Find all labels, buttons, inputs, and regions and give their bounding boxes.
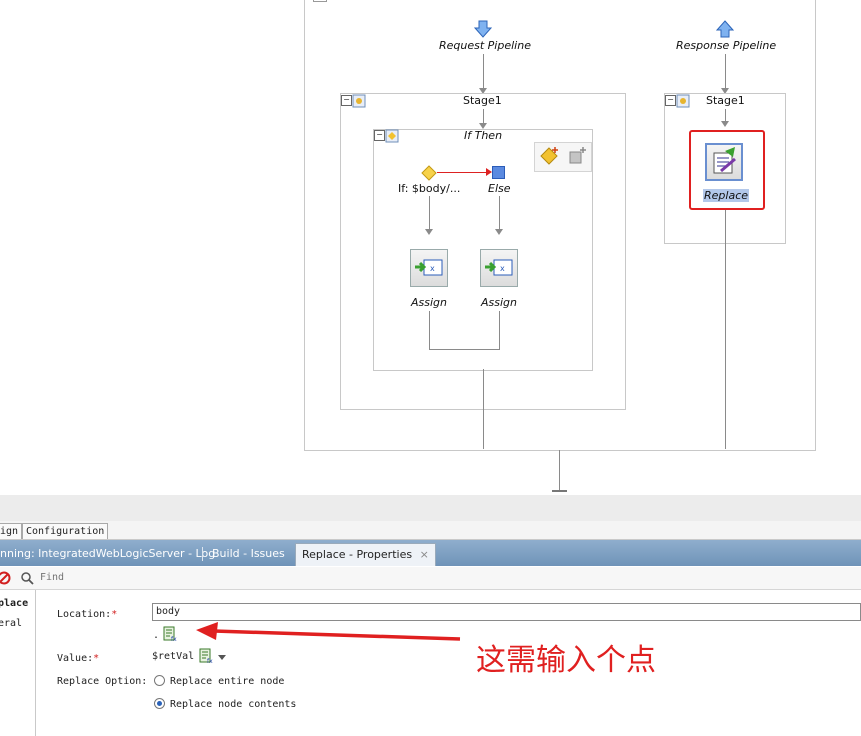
arrow-up-icon <box>716 20 734 38</box>
assign-left-label[interactable]: Assign <box>411 296 447 309</box>
replace-label[interactable]: Replace <box>703 189 750 202</box>
value-expression[interactable]: $retVal <box>152 651 194 662</box>
add-if-condition-icon[interactable] <box>539 145 561 167</box>
response-stage-title: Stage1 <box>706 94 745 107</box>
tab-divider <box>202 547 203 561</box>
else-label[interactable]: Else <box>488 182 511 195</box>
nav-general[interactable]: eral <box>0 618 22 629</box>
arrow-down-icon <box>474 20 492 38</box>
stage-icon <box>676 94 690 108</box>
find-input[interactable] <box>38 569 342 585</box>
svg-text:fx: fx <box>171 636 177 642</box>
option-contents-label[interactable]: Replace node contents <box>170 699 296 710</box>
collapse-ifthen-icon[interactable]: − <box>374 130 385 141</box>
nav-replace[interactable]: place <box>0 598 28 609</box>
close-icon[interactable]: × <box>420 548 429 561</box>
tab-running-log[interactable]: nning: IntegratedWebLogicServer - Log <box>0 543 221 565</box>
no-entry-icon[interactable] <box>0 571 11 585</box>
radio-replace-node-contents[interactable] <box>154 698 165 709</box>
svg-text:x: x <box>430 264 435 273</box>
collapse-icon[interactable] <box>313 0 327 2</box>
collapse-stage-icon[interactable]: − <box>665 95 676 106</box>
collapse-stage-icon[interactable]: − <box>341 95 352 106</box>
stage-icon <box>352 94 366 108</box>
add-else-icon[interactable] <box>566 145 588 167</box>
required-mark: * <box>93 653 100 664</box>
replace-icon <box>713 147 736 174</box>
assign-right-label[interactable]: Assign <box>481 296 517 309</box>
replace-properties-panel: place eral Location:* body . fx Value:* … <box>0 590 861 736</box>
replace-option-label: Replace Option: <box>57 676 148 687</box>
tab-design[interactable]: ign <box>0 523 23 539</box>
option-entire-label[interactable]: Replace entire node <box>170 676 284 687</box>
pipeline-canvas: Request Pipeline Response Pipeline − Sta… <box>0 0 861 495</box>
tab-configuration[interactable]: Configuration <box>22 523 109 539</box>
canvas-bottom-strip <box>0 495 861 521</box>
if-then-label: If Then <box>464 129 503 142</box>
svg-text:fx: fx <box>207 658 213 664</box>
expression-editor-icon[interactable]: fx <box>198 648 214 664</box>
response-pipeline-label[interactable]: Response Pipeline <box>676 39 776 52</box>
ifthen-icon <box>385 129 399 143</box>
request-stage-title: Stage1 <box>463 94 502 107</box>
chevron-down-icon[interactable] <box>217 652 227 662</box>
if-condition-label[interactable]: If: $body/... <box>398 182 460 195</box>
location-label: Location:* <box>57 609 118 620</box>
search-icon <box>21 572 34 585</box>
tab-replace-properties[interactable]: Replace - Properties × <box>295 543 436 566</box>
assign-right-node[interactable]: x <box>480 249 518 287</box>
replace-node[interactable] <box>705 143 743 181</box>
tab-build-issues[interactable]: Build - Issues <box>206 543 291 565</box>
log-tabs: nning: IntegratedWebLogicServer - Log Bu… <box>0 540 861 566</box>
location-field[interactable]: body <box>152 603 861 621</box>
svg-text:x: x <box>500 264 505 273</box>
assign-icon: x <box>485 259 513 276</box>
expression-editor-icon[interactable]: fx <box>162 626 178 642</box>
tab-replace-properties-label: Replace - Properties <box>302 548 413 561</box>
properties-toolbar <box>0 567 861 590</box>
value-label: Value:* <box>57 653 100 664</box>
request-pipeline-label[interactable]: Request Pipeline <box>439 39 531 52</box>
if-condition-diamond-icon[interactable] <box>421 165 437 181</box>
assign-icon: x <box>415 259 443 276</box>
else-square-icon[interactable] <box>492 166 505 179</box>
required-mark: * <box>111 609 118 620</box>
location-dot-value[interactable]: . <box>153 630 159 641</box>
assign-left-node[interactable]: x <box>410 249 448 287</box>
properties-nav <box>0 590 36 736</box>
editor-view-tabs: ign Configuration <box>0 521 861 540</box>
annotation-arrow-icon <box>196 622 461 641</box>
annotation-note: 这需输入个点 <box>476 643 656 678</box>
radio-replace-entire-node[interactable] <box>154 675 165 686</box>
